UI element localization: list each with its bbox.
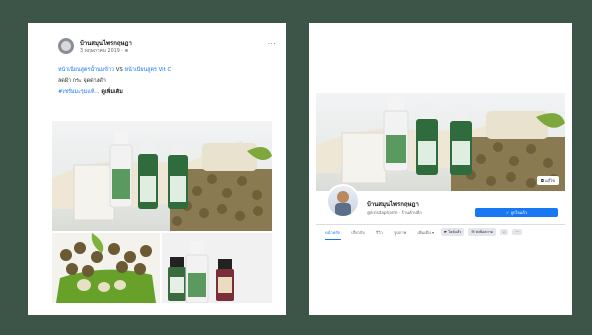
- page-tabs: หน้าหลัก เกี่ยวกับ รีวิว รูปภาพ เพิ่มเติ…: [325, 229, 444, 240]
- send-message-button[interactable]: ✉ ส่งข้อความ: [468, 228, 497, 236]
- profile-picture-image: [328, 186, 358, 216]
- post-vs-text: VS: [114, 67, 125, 73]
- more-options-icon[interactable]: ···: [268, 40, 276, 48]
- post-link-a[interactable]: หน้าเนียนสูตรน้ำนมข้าว: [58, 67, 114, 73]
- post-photo-main[interactable]: [52, 121, 272, 231]
- post-link-b[interactable]: หน้าเนียนสูตร Vit C: [125, 67, 172, 73]
- more-actions-icon[interactable]: ···: [512, 229, 522, 235]
- like-page-button[interactable]: ✓ ถูกใจแล้ว: [475, 208, 558, 217]
- cover-photo-image: [316, 97, 565, 191]
- page-action-bar: ☛ ไลค์แล้ว ✉ ส่งข้อความ ⌕ ···: [441, 228, 525, 238]
- post-photo-bottles[interactable]: [162, 233, 272, 303]
- post-photo-seeds[interactable]: [52, 233, 160, 303]
- seeds-photo-image: [52, 233, 160, 303]
- bottles-photo-image: [162, 233, 272, 303]
- page-avatar[interactable]: [58, 38, 74, 54]
- post-line2: ลดฝ้า กระ จุดด่างดำ: [58, 78, 106, 84]
- post-body-text: หน้าเนียนสูตรน้ำนมข้าว VS หน้าเนียนสูตร …: [58, 65, 278, 98]
- facebook-post-card: บ้านสมุนไพรกฤษฎา 3 พฤษภาคม 2019 · ⊕ ··· …: [28, 23, 286, 315]
- post-hashtag-link[interactable]: #เซรั่มมะรุมแท้...: [58, 89, 100, 95]
- tab-reviews[interactable]: รีวิว: [376, 230, 383, 235]
- active-tab-indicator: [325, 239, 341, 240]
- post-photo-grid: [52, 121, 272, 303]
- page-title: บ้านสมุนไพรกฤษฎา: [367, 201, 419, 208]
- tab-home[interactable]: หน้าหลัก: [325, 230, 340, 235]
- post-date[interactable]: 3 พฤษภาคม 2019 · ⊕: [80, 47, 128, 55]
- page-profile-picture[interactable]: [326, 184, 360, 218]
- post-header: บ้านสมุนไพรกฤษฎา 3 พฤษภาคม 2019 · ⊕ ···: [58, 38, 276, 62]
- facebook-page-card: ◘ แก้ไข บ้านสมุนไพรกฤษฎา @krisdapharm · …: [309, 23, 572, 315]
- divider: [316, 224, 565, 225]
- page-cover-photo[interactable]: ◘ แก้ไข: [316, 93, 565, 191]
- product-photo-image: [52, 131, 272, 231]
- edit-cover-button[interactable]: ◘ แก้ไข: [536, 176, 559, 185]
- page-handle: @krisdapharm · ร้านค้าปลีก: [367, 210, 422, 215]
- liked-button[interactable]: ☛ ไลค์แล้ว: [441, 228, 465, 236]
- tab-about[interactable]: เกี่ยวกับ: [351, 230, 364, 235]
- tab-more[interactable]: เพิ่มเติม ▾: [417, 230, 434, 235]
- search-icon[interactable]: ⌕: [500, 229, 509, 235]
- tab-photos[interactable]: รูปภาพ: [394, 230, 406, 235]
- see-more-link[interactable]: ดูเพิ่มเติม: [100, 89, 122, 95]
